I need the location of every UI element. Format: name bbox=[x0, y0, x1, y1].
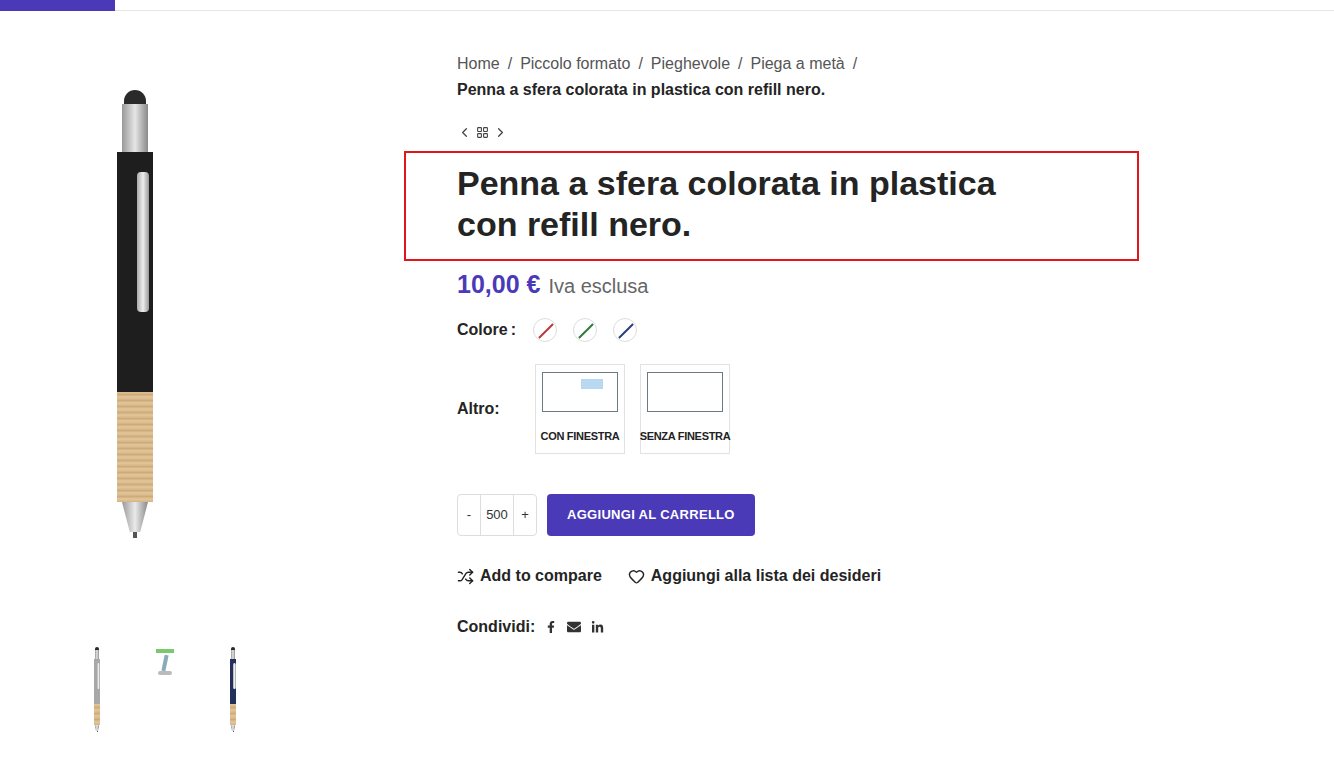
pen-image bbox=[117, 90, 153, 598]
previous-icon[interactable] bbox=[457, 125, 472, 140]
price-row: 10,00 € Iva esclusa bbox=[404, 270, 1139, 300]
next-icon[interactable] bbox=[493, 125, 508, 140]
option-choice[interactable]: SENZA FINESTRA bbox=[640, 364, 730, 454]
breadcrumb: Home / Piccolo formato / Pieghevole / Piega a … bbox=[404, 51, 1139, 103]
facebook-icon[interactable] bbox=[545, 621, 557, 633]
color-option: Colore: bbox=[404, 318, 1139, 342]
color-label: Colore: bbox=[457, 318, 533, 342]
breadcrumb-current: Penna a sfera colorata in plastica con r… bbox=[457, 77, 1139, 103]
product-gallery bbox=[0, 11, 404, 725]
title-highlight: Penna a sfera colorata in plastica con r… bbox=[404, 151, 1139, 261]
compare-link[interactable]: Add to compare bbox=[457, 564, 602, 588]
share-label: Condividi: bbox=[457, 615, 535, 639]
other-option: Altro: CON FINESTRA SENZA FINESTRA bbox=[404, 364, 1139, 454]
envelope-image bbox=[542, 372, 618, 412]
thumbnails bbox=[60, 647, 404, 725]
color-swatch[interactable] bbox=[613, 318, 637, 342]
breadcrumb-separator: / bbox=[738, 51, 742, 77]
color-swatch[interactable] bbox=[573, 318, 597, 342]
top-bar bbox=[0, 0, 1334, 11]
envelope-image bbox=[647, 372, 723, 412]
grid-icon[interactable] bbox=[476, 126, 489, 139]
breadcrumb-link[interactable]: Piccolo formato bbox=[520, 51, 630, 77]
price: 10,00 € bbox=[457, 270, 540, 298]
mail-icon[interactable] bbox=[567, 620, 581, 634]
product-title: Penna a sfera colorata in plastica con r… bbox=[457, 163, 1047, 245]
progress-indicator bbox=[0, 0, 115, 11]
breadcrumb-link[interactable]: Home bbox=[457, 51, 500, 77]
wishlist-link[interactable]: Aggiungi alla lista dei desideri bbox=[628, 564, 881, 588]
minus-button[interactable]: - bbox=[458, 495, 481, 535]
thumbnail[interactable] bbox=[138, 647, 192, 725]
option-label: CON FINESTRA bbox=[541, 428, 620, 445]
breadcrumb-link[interactable]: Piega a metà bbox=[750, 51, 844, 77]
shuffle-icon bbox=[457, 568, 474, 585]
option-choice[interactable]: CON FINESTRA bbox=[535, 364, 625, 454]
vat-note: Iva esclusa bbox=[548, 272, 648, 300]
add-to-cart-button[interactable]: AGGIUNGI AL CARRELLO bbox=[547, 494, 755, 536]
pen-image bbox=[94, 647, 101, 732]
breadcrumb-link[interactable]: Pieghevole bbox=[651, 51, 730, 77]
thumbnail[interactable] bbox=[70, 647, 124, 725]
breadcrumb-separator: / bbox=[853, 51, 857, 77]
share-row: Condividi: bbox=[404, 615, 1139, 639]
color-swatch[interactable] bbox=[533, 318, 557, 342]
product-nav bbox=[404, 123, 1139, 141]
thumbnail[interactable] bbox=[206, 647, 260, 725]
heart-icon bbox=[628, 568, 645, 585]
product-page: Home / Piccolo formato / Pieghevole / Piega a … bbox=[0, 0, 1334, 758]
linkedin-icon[interactable] bbox=[591, 621, 604, 634]
breadcrumb-separator: / bbox=[638, 51, 642, 77]
option-label: SENZA FINESTRA bbox=[640, 428, 731, 445]
main-image bbox=[60, 90, 210, 598]
product-summary: Home / Piccolo formato / Pieghevole / Piega a … bbox=[404, 11, 1139, 725]
cart-row: -500+AGGIUNGI AL CARRELLO bbox=[404, 494, 1139, 536]
product-actions: Add to compare Aggiungi alla lista dei de… bbox=[404, 564, 1139, 588]
other-label: Altro: bbox=[457, 397, 535, 421]
plus-button[interactable]: + bbox=[513, 495, 536, 535]
breadcrumb-separator: / bbox=[508, 51, 512, 77]
pen-image bbox=[230, 647, 237, 732]
quantity-stepper: -500+ bbox=[457, 494, 537, 536]
quantity-input[interactable]: 500 bbox=[481, 495, 513, 535]
